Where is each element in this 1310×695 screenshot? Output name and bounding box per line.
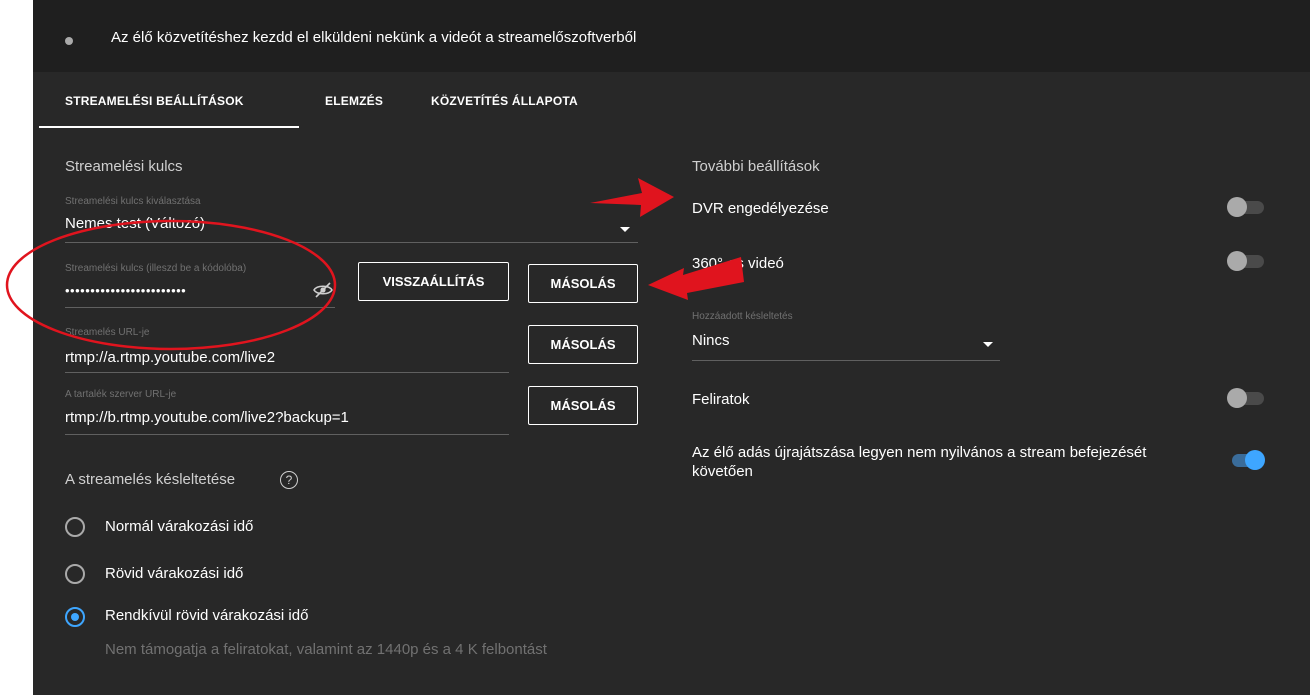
radio-low-latency-label[interactable]: Rövid várakozási idő — [105, 565, 243, 582]
radio-normal-latency-label[interactable]: Normál várakozási idő — [105, 518, 253, 535]
captions-toggle-knob — [1227, 388, 1247, 408]
tab-stream-settings[interactable]: STREAMELÉSI BEÁLLÍTÁSOK — [65, 94, 244, 108]
radio-low-latency[interactable] — [65, 564, 85, 584]
backup-url-value: rtmp://b.rtmp.youtube.com/live2?backup=1 — [65, 409, 349, 426]
captions-toggle[interactable] — [1226, 388, 1266, 408]
backup-url-underline — [65, 434, 509, 435]
copy-key-button[interactable]: MÁSOLÁS — [528, 264, 638, 303]
unlisted-replay-toggle-knob — [1245, 450, 1265, 470]
radio-ultra-low-latency[interactable] — [65, 607, 85, 627]
active-tab-indicator — [39, 126, 299, 128]
stream-url-underline — [65, 372, 509, 373]
backup-url-label: A tartalék szerver URL-je — [65, 389, 177, 400]
tab-stream-health[interactable]: KÖZVETÍTÉS ÁLLAPOTA — [431, 94, 578, 108]
captions-label: Feliratok — [692, 391, 750, 408]
copy-backup-url-button[interactable]: MÁSOLÁS — [528, 386, 638, 425]
additional-settings-title: További beállítások — [692, 158, 820, 175]
dvr-toggle-knob — [1227, 197, 1247, 217]
stream-key-label: Streamelési kulcs (illeszd be a kódolóba… — [65, 263, 247, 274]
settings-tabs: STREAMELÉSI BEÁLLÍTÁSOK ELEMZÉS KÖZVETÍT… — [33, 72, 1310, 128]
stream-url-value: rtmp://a.rtmp.youtube.com/live2 — [65, 349, 276, 366]
ultra-low-latency-note: Nem támogatja a feliratokat, valamint az… — [105, 641, 547, 658]
dvr-label: DVR engedélyezése — [692, 200, 829, 217]
help-icon[interactable]: ? — [280, 471, 298, 489]
status-message: Az élő közvetítéshez kezdd el elküldeni … — [111, 29, 637, 46]
unlisted-replay-label: Az élő adás újrajátszása legyen nem nyil… — [692, 444, 1147, 480]
video-360-toggle-knob — [1227, 251, 1247, 271]
tab-analytics[interactable]: ELEMZÉS — [325, 94, 383, 108]
video-360-toggle[interactable] — [1226, 251, 1266, 271]
added-delay-value: Nincs — [692, 332, 730, 349]
latency-section-title: A streamelés késleltetése — [65, 471, 236, 488]
status-dot-icon — [65, 37, 73, 45]
stream-key-value: •••••••••••••••••••••••• — [65, 283, 187, 298]
chevron-down-icon — [620, 227, 630, 232]
chevron-down-icon — [983, 342, 993, 347]
stream-key-underline — [65, 307, 335, 308]
unlisted-replay-toggle[interactable] — [1226, 450, 1266, 470]
dvr-toggle[interactable] — [1226, 197, 1266, 217]
stream-url-label: Streamelés URL-je — [65, 327, 150, 338]
stream-settings-panel: Az élő közvetítéshez kezdd el elküldeni … — [33, 0, 1310, 695]
stream-status-bar: Az élő közvetítéshez kezdd el elküldeni … — [33, 0, 1310, 72]
added-delay-label: Hozzáadott késleltetés — [692, 311, 793, 322]
reset-key-button[interactable]: VISSZAÁLLÍTÁS — [358, 262, 509, 301]
eye-off-icon[interactable] — [313, 282, 333, 298]
radio-ultra-low-latency-label[interactable]: Rendkívül rövid várakozási idő — [105, 607, 308, 624]
stream-key-select-value: Nemes test (Változó) — [65, 215, 206, 232]
added-delay-underline — [692, 360, 1000, 361]
stream-key-section-title: Streamelési kulcs — [65, 158, 183, 175]
stream-key-select-label: Streamelési kulcs kiválasztása — [65, 196, 201, 207]
video-360-label: 360°-os videó — [692, 255, 784, 272]
radio-normal-latency[interactable] — [65, 517, 85, 537]
select-underline — [65, 242, 638, 243]
copy-url-button[interactable]: MÁSOLÁS — [528, 325, 638, 364]
